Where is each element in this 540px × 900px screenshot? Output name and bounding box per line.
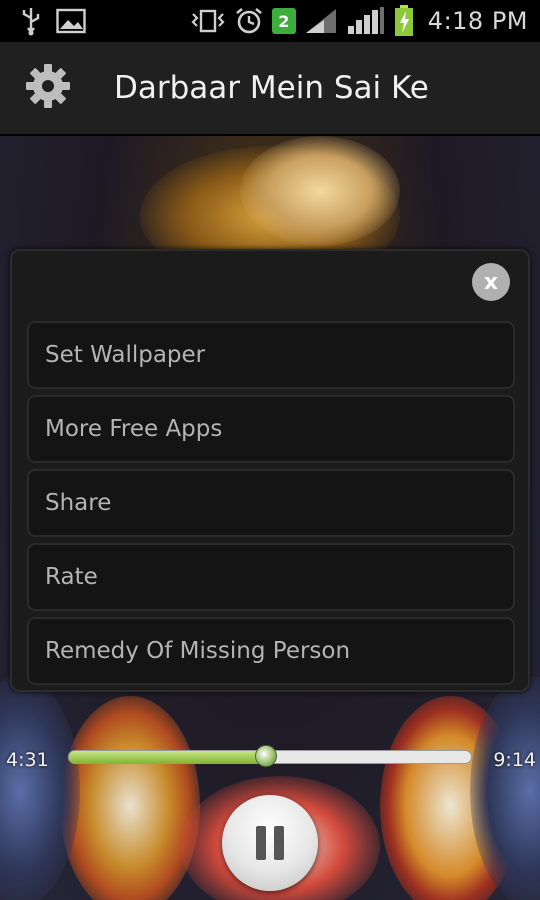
elapsed-time: 4:31: [6, 749, 49, 771]
vibrate-icon: [190, 8, 226, 34]
title-bar: Darbaar Mein Sai Ke: [0, 42, 540, 136]
image-icon: [56, 8, 86, 34]
signal-icon: [304, 7, 338, 35]
flower-garland-left: [60, 696, 200, 900]
menu-item-more-free-apps[interactable]: More Free Apps: [27, 395, 515, 463]
menu-item-label: Share: [45, 490, 112, 516]
decoration-left: [0, 676, 80, 900]
battery-charging-icon: [394, 5, 414, 37]
gold-ornament: [240, 136, 400, 246]
seek-bar-progress: [69, 751, 266, 763]
menu-item-rate[interactable]: Rate: [27, 543, 515, 611]
menu-item-label: Remedy Of Missing Person: [45, 638, 351, 664]
menu-item-set-wallpaper[interactable]: Set Wallpaper: [27, 321, 515, 389]
menu-item-label: Rate: [45, 564, 98, 590]
usb-icon: [20, 6, 42, 36]
signal-icon: [346, 6, 386, 36]
seek-bar-thumb[interactable]: [254, 745, 277, 767]
close-button[interactable]: x: [472, 263, 510, 301]
settings-button[interactable]: [0, 41, 96, 135]
total-duration: 9:14: [493, 749, 536, 771]
pause-button[interactable]: [222, 795, 318, 891]
options-dialog: x Set Wallpaper More Free Apps Share Rat…: [10, 249, 530, 692]
clock: 4:18 PM: [427, 7, 528, 35]
alarm-icon: [234, 6, 264, 36]
gear-icon: [23, 61, 73, 115]
status-bar: 2 4:18 PM: [0, 0, 540, 42]
menu-item-remedy-of-missing-person[interactable]: Remedy Of Missing Person: [27, 617, 515, 685]
menu-item-label: More Free Apps: [45, 416, 223, 442]
menu-item-share[interactable]: Share: [27, 469, 515, 537]
notification-badge: 2: [271, 8, 296, 34]
pause-icon: [256, 826, 284, 860]
page-title: Darbaar Mein Sai Ke: [114, 70, 429, 106]
menu-item-label: Set Wallpaper: [45, 342, 206, 368]
